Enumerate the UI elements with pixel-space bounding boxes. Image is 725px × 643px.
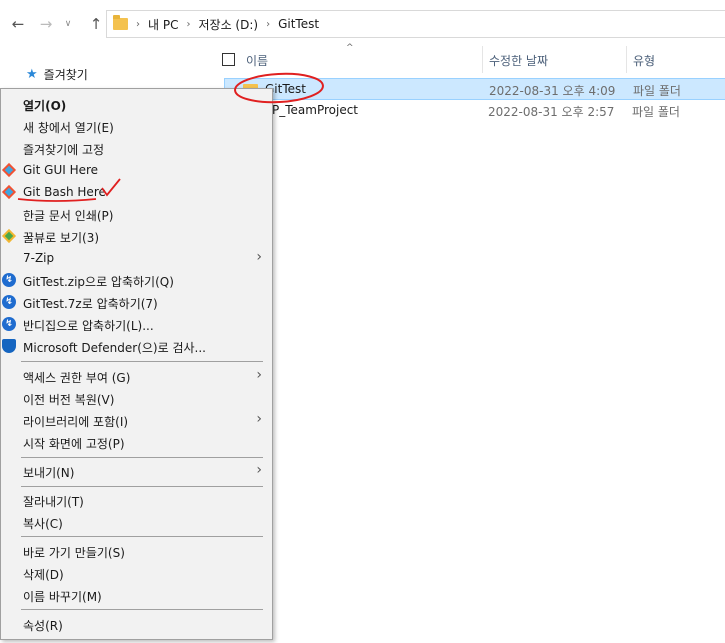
menu-item-label: 반디집으로 압축하기(L)... (23, 319, 154, 333)
menu-item-label: 보내기(N) (23, 466, 75, 480)
menu-item-label: 이전 버전 복원(V) (23, 393, 115, 407)
menu-item-label: Microsoft Defender(으)로 검사... (23, 341, 206, 355)
menu-item-open-new-window[interactable]: 새 창에서 열기(E) (1, 115, 272, 137)
bandizip-icon: ↯ (2, 273, 16, 287)
menu-item-defender-scan[interactable]: Microsoft Defender(으)로 검사... (1, 335, 272, 357)
menu-item-7zip[interactable]: 7-Zip › (1, 247, 272, 269)
menu-separator (21, 609, 263, 610)
bandizip-icon: ↯ (2, 295, 16, 309)
quick-access-label: 즐겨찾기 (43, 68, 88, 82)
breadcrumb-this-pc[interactable]: 내 PC (148, 16, 178, 33)
address-toolbar: ← → ∨ ↑ › 내 PC › 저장소 (D:) › GitTest (0, 0, 725, 50)
menu-item-open[interactable]: 열기(O) (1, 93, 272, 115)
breadcrumb-gittest[interactable]: GitTest (278, 17, 319, 31)
menu-item-label: 시작 화면에 고정(P) (23, 437, 125, 451)
menu-item-restore-versions[interactable]: 이전 버전 복원(V) (1, 387, 272, 409)
context-menu: 열기(O) 새 창에서 열기(E) 즐겨찾기에 고정 Git GUI Here … (0, 88, 273, 640)
menu-item-pin-start[interactable]: 시작 화면에 고정(P) (1, 431, 272, 453)
sort-up-icon: ^ (346, 43, 354, 53)
menu-item-rename[interactable]: 이름 바꾸기(M) (1, 584, 272, 606)
select-all-checkbox[interactable] (222, 53, 235, 66)
menu-item-label: 새 창에서 열기(E) (23, 121, 114, 135)
file-modified: 2022-08-31 오후 4:09 (489, 84, 616, 98)
star-icon: ★ (26, 67, 38, 82)
bandizip-icon: ↯ (2, 317, 16, 331)
column-header-row: ^ 이름 수정한 날짜 유형 (212, 43, 725, 73)
menu-separator (21, 536, 263, 537)
menu-item-cut[interactable]: 잘라내기(T) (1, 489, 272, 511)
menu-item-label: Git GUI Here (23, 163, 99, 177)
git-icon (1, 162, 17, 178)
menu-item-label: 속성(R) (23, 619, 63, 633)
menu-item-include-library[interactable]: 라이브러리에 포함(I) › (1, 409, 272, 431)
file-type: 파일 폴더 (632, 105, 680, 119)
submenu-arrow-icon: › (256, 462, 262, 478)
menu-item-label: 삭제(D) (23, 568, 64, 582)
file-type: 파일 폴더 (633, 84, 681, 98)
defender-icon (2, 339, 16, 353)
column-divider[interactable] (482, 46, 483, 73)
menu-item-label: 한글 문서 인쇄(P) (23, 209, 114, 223)
file-name: P_TeamProject (272, 103, 359, 117)
menu-item-send-to[interactable]: 보내기(N) › (1, 460, 272, 482)
back-arrow-icon[interactable]: ← (8, 14, 28, 34)
recent-locations-chevron-icon[interactable]: ∨ (58, 14, 78, 34)
up-arrow-icon[interactable]: ↑ (86, 14, 106, 34)
git-icon (1, 184, 17, 200)
column-header-modified[interactable]: 수정한 날짜 (489, 52, 548, 69)
menu-item-label: GitTest.zip으로 압축하기(Q) (23, 275, 174, 289)
menu-item-label: 바로 가기 만들기(S) (23, 546, 125, 560)
file-row-gittest[interactable]: GitTest 2022-08-31 오후 4:09 파일 폴더 (224, 78, 725, 100)
menu-item-label: 즐겨찾기에 고정 (23, 143, 105, 157)
menu-item-label: GitTest.7z로 압축하기(7) (23, 297, 158, 311)
menu-item-pin-quick-access[interactable]: 즐겨찾기에 고정 (1, 137, 272, 159)
breadcrumb-drive-d[interactable]: 저장소 (D:) (198, 16, 258, 33)
column-divider[interactable] (626, 46, 627, 73)
menu-item-label: Git Bash Here (23, 185, 106, 199)
menu-item-zip-compress[interactable]: ↯ GitTest.zip으로 압축하기(Q) (1, 269, 272, 291)
menu-item-label: 라이브러리에 포함(I) (23, 415, 129, 429)
column-header-type[interactable]: 유형 (633, 52, 655, 69)
breadcrumb-separator[interactable]: › (186, 19, 190, 30)
quick-access-item[interactable]: ★ 즐겨찾기 (26, 66, 88, 83)
menu-item-label: 액세스 권한 부여 (G) (23, 371, 131, 385)
menu-item-label: 7-Zip (23, 251, 55, 265)
menu-item-label: 열기(O) (23, 99, 67, 113)
menu-item-create-shortcut[interactable]: 바로 가기 만들기(S) (1, 540, 272, 562)
address-bar[interactable]: › 내 PC › 저장소 (D:) › GitTest (106, 10, 725, 38)
submenu-arrow-icon: › (256, 367, 262, 383)
column-header-name[interactable]: 이름 (246, 52, 268, 69)
menu-item-honeyview[interactable]: 꿀뷰로 보기(3) (1, 225, 272, 247)
folder-icon (113, 15, 128, 30)
menu-item-7z-compress[interactable]: ↯ GitTest.7z로 압축하기(7) (1, 291, 272, 313)
menu-item-label: 복사(C) (23, 517, 63, 531)
menu-item-label: 잘라내기(T) (23, 495, 84, 509)
submenu-arrow-icon: › (256, 411, 262, 427)
menu-item-bandizip[interactable]: ↯ 반디집으로 압축하기(L)... (1, 313, 272, 335)
breadcrumb-separator[interactable]: › (266, 19, 270, 30)
submenu-arrow-icon: › (256, 249, 262, 265)
menu-separator (21, 457, 263, 458)
menu-item-label: 꿀뷰로 보기(3) (23, 231, 100, 245)
menu-item-give-access[interactable]: 액세스 권한 부여 (G) › (1, 365, 272, 387)
honeyview-icon (1, 228, 17, 244)
menu-separator (21, 486, 263, 487)
forward-arrow-icon[interactable]: → (36, 14, 56, 34)
menu-item-properties[interactable]: 속성(R) (1, 613, 272, 635)
file-modified: 2022-08-31 오후 2:57 (488, 105, 615, 119)
menu-item-copy[interactable]: 복사(C) (1, 511, 272, 533)
menu-item-label: 이름 바꾸기(M) (23, 590, 102, 604)
menu-item-git-gui-here[interactable]: Git GUI Here (1, 159, 272, 181)
file-row-teamproject[interactable]: P_TeamProject 2022-08-31 오후 2:57 파일 폴더 (224, 100, 725, 122)
menu-item-git-bash-here[interactable]: Git Bash Here (1, 181, 272, 203)
menu-separator (21, 361, 263, 362)
menu-item-hwp-print[interactable]: 한글 문서 인쇄(P) (1, 203, 272, 225)
file-list: ^ 이름 수정한 날짜 유형 GitTest 2022-08-31 오후 4:0… (212, 43, 725, 643)
menu-item-delete[interactable]: 삭제(D) (1, 562, 272, 584)
breadcrumb-separator[interactable]: › (136, 19, 140, 30)
